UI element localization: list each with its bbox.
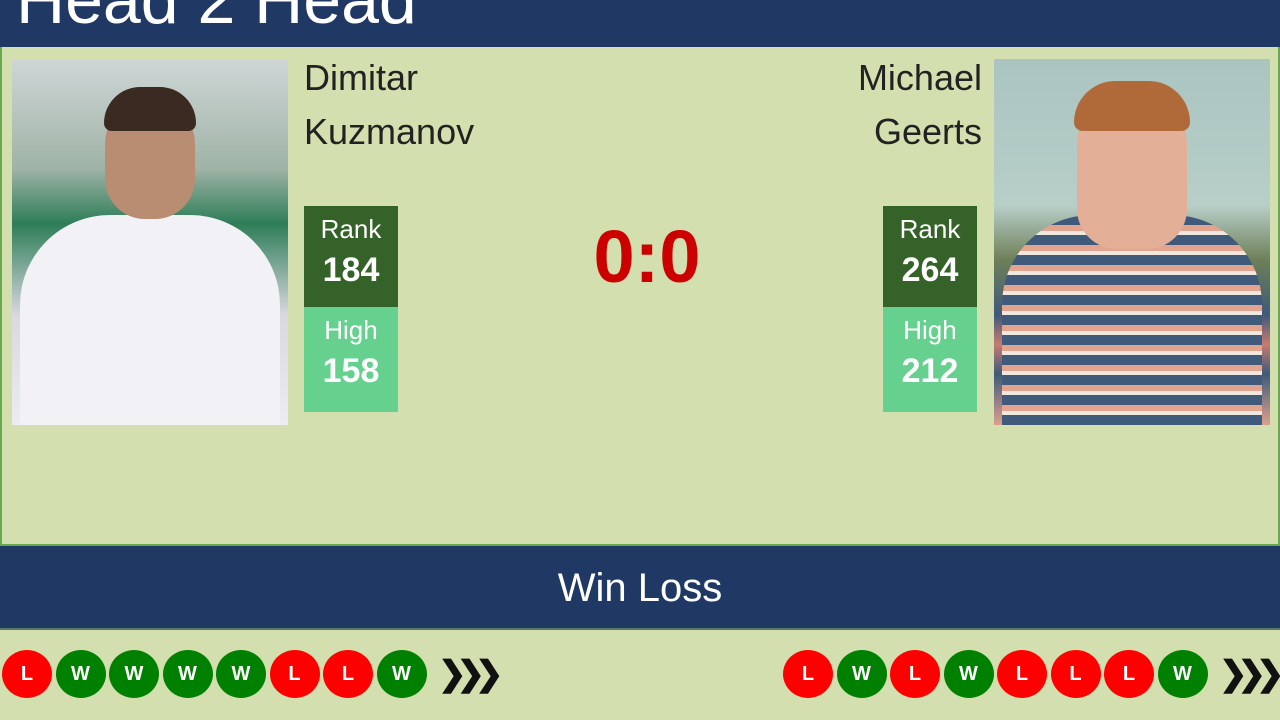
player-photo-right xyxy=(994,59,1270,425)
player-name-right[interactable]: Michael Geerts xyxy=(858,51,982,159)
page-title: Head 2 Head xyxy=(16,0,417,38)
recent-form-left: L W W W W L L W ❯❯❯ xyxy=(2,650,504,698)
win-loss-header: Win Loss xyxy=(0,546,1280,630)
result-win-badge: W xyxy=(1157,650,1208,698)
result-loss-badge: L xyxy=(1050,650,1101,698)
result-loss-badge: L xyxy=(783,650,833,698)
result-win-badge: W xyxy=(836,650,887,698)
result-win-badge: W xyxy=(216,650,266,698)
rank-value: 184 xyxy=(322,251,380,289)
result-loss-badge: L xyxy=(890,650,940,698)
rank-box-left: Rank 184 High 158 xyxy=(304,206,398,412)
result-loss-badge: L xyxy=(269,650,320,698)
result-loss-badge: L xyxy=(1104,650,1154,698)
high-label: High xyxy=(324,315,378,345)
result-win-badge: W xyxy=(162,650,213,698)
recent-form-right: L W L W L L L W ❯❯❯ xyxy=(783,650,1280,698)
result-loss-badge: L xyxy=(323,650,373,698)
last-name: Kuzmanov xyxy=(304,111,475,152)
h2h-panel: Dimitar Kuzmanov Rank 184 High 158 0:0 M… xyxy=(0,47,1280,546)
player-photo-left xyxy=(12,59,288,425)
more-results-chevrons-icon[interactable]: ❯❯❯ xyxy=(1219,650,1280,698)
last-name: Geerts xyxy=(873,111,982,152)
player-name-left[interactable]: Dimitar Kuzmanov xyxy=(304,51,474,159)
result-win-badge: W xyxy=(943,650,994,698)
high-label: High xyxy=(903,315,957,345)
result-win-badge: W xyxy=(55,650,106,698)
result-win-badge: W xyxy=(109,650,159,698)
result-win-badge: W xyxy=(376,650,427,698)
player-body xyxy=(20,215,280,425)
career-high-rank: High 212 xyxy=(883,307,977,412)
section-title: Win Loss xyxy=(557,566,723,610)
rank-label: Rank xyxy=(320,214,382,244)
player-hair xyxy=(104,87,196,131)
player-hair xyxy=(1074,81,1190,131)
rank-value: 264 xyxy=(901,251,959,289)
career-high-rank: High 158 xyxy=(304,307,398,412)
first-name: Dimitar xyxy=(304,57,418,98)
rank-box-right: Rank 264 High 212 xyxy=(883,206,977,412)
result-loss-badge: L xyxy=(2,650,52,698)
high-value: 158 xyxy=(322,352,380,390)
high-value: 212 xyxy=(901,352,959,390)
first-name: Michael xyxy=(857,57,982,98)
result-loss-badge: L xyxy=(997,650,1047,698)
more-results-chevrons-icon[interactable]: ❯❯❯ xyxy=(438,650,504,698)
h2h-score: 0:0 xyxy=(593,215,701,298)
header-bar: Head 2 Head xyxy=(0,0,1280,47)
rank-label: Rank xyxy=(899,214,961,244)
current-rank: Rank 264 xyxy=(883,206,977,307)
current-rank: Rank 184 xyxy=(304,206,398,307)
